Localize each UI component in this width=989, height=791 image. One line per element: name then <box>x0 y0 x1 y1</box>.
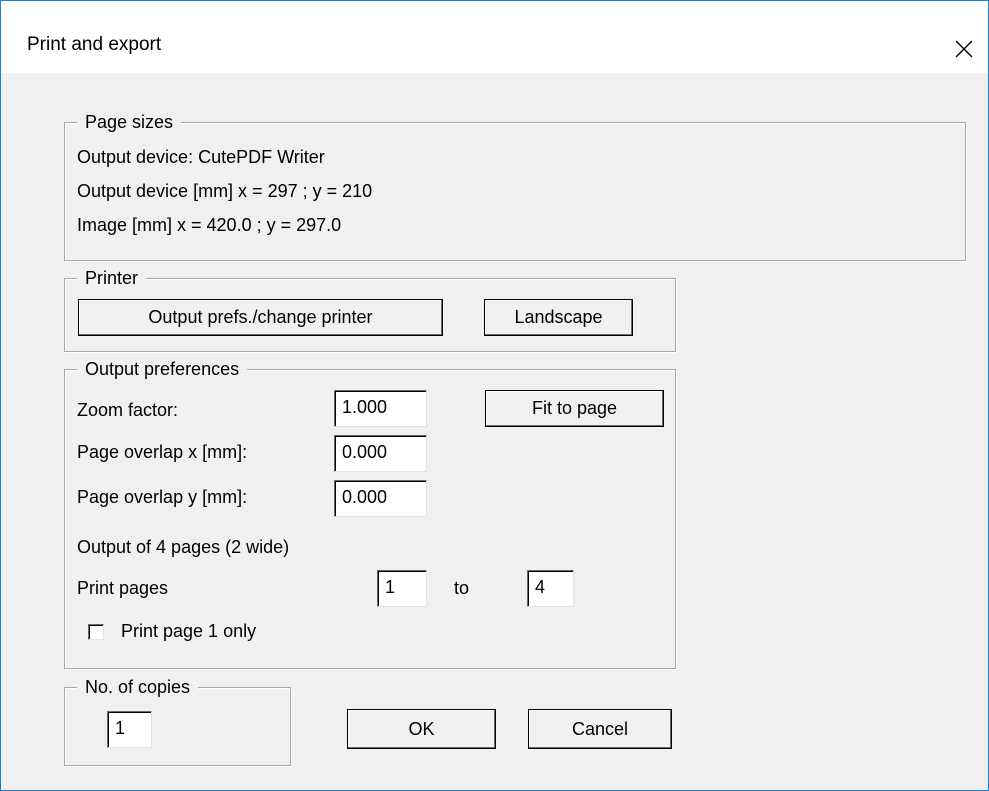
zoom-factor-label: Zoom factor: <box>77 400 179 420</box>
output-device-size-text: Output device [mm] x = 297 ; y = 210 <box>77 181 373 201</box>
printer-legend: Printer <box>77 266 147 290</box>
print-page1-only-label: Print page 1 only <box>121 621 257 641</box>
output-device-text: Output device: CutePDF Writer <box>77 147 325 167</box>
page-from-input[interactable]: 1 <box>377 570 427 607</box>
overlap-y-label: Page overlap y [mm]: <box>77 487 248 507</box>
overlap-y-input[interactable]: 0.000 <box>334 480 427 517</box>
cancel-button[interactable]: Cancel <box>528 709 672 749</box>
overlap-x-label: Page overlap x [mm]: <box>77 442 248 462</box>
fit-to-page-button[interactable]: Fit to page <box>485 390 664 427</box>
print-page1-only-checkbox[interactable] <box>88 624 104 640</box>
print-pages-label: Print pages <box>77 578 169 598</box>
zoom-factor-input[interactable]: 1.000 <box>334 390 427 427</box>
output-preferences-legend: Output preferences <box>77 357 248 381</box>
dialog-body: Page sizes Output device: CutePDF Writer… <box>1 73 988 790</box>
output-pages-info: Output of 4 pages (2 wide) <box>77 537 290 557</box>
print-export-dialog: Print and export Page sizes Output devic… <box>0 0 989 791</box>
landscape-button[interactable]: Landscape <box>484 299 633 336</box>
to-label: to <box>454 578 470 598</box>
close-button[interactable] <box>941 26 987 72</box>
printer-group: Printer Output prefs./change printer Lan… <box>64 266 676 352</box>
page-to-input[interactable]: 4 <box>527 570 574 607</box>
copies-input[interactable]: 1 <box>107 711 152 748</box>
output-preferences-group: Output preferences Zoom factor: 1.000 Fi… <box>64 357 676 669</box>
title-bar: Print and export <box>1 1 988 73</box>
page-sizes-legend: Page sizes <box>77 110 182 134</box>
dialog-title: Print and export <box>27 34 162 55</box>
overlap-x-input[interactable]: 0.000 <box>334 435 427 472</box>
copies-legend: No. of copies <box>77 675 199 699</box>
ok-button[interactable]: OK <box>347 709 496 749</box>
change-printer-button[interactable]: Output prefs./change printer <box>78 299 443 336</box>
copies-group: No. of copies 1 <box>64 675 291 766</box>
image-size-text: Image [mm] x = 420.0 ; y = 297.0 <box>77 215 342 235</box>
page-sizes-group: Page sizes Output device: CutePDF Writer… <box>64 110 966 261</box>
close-icon <box>955 40 973 58</box>
